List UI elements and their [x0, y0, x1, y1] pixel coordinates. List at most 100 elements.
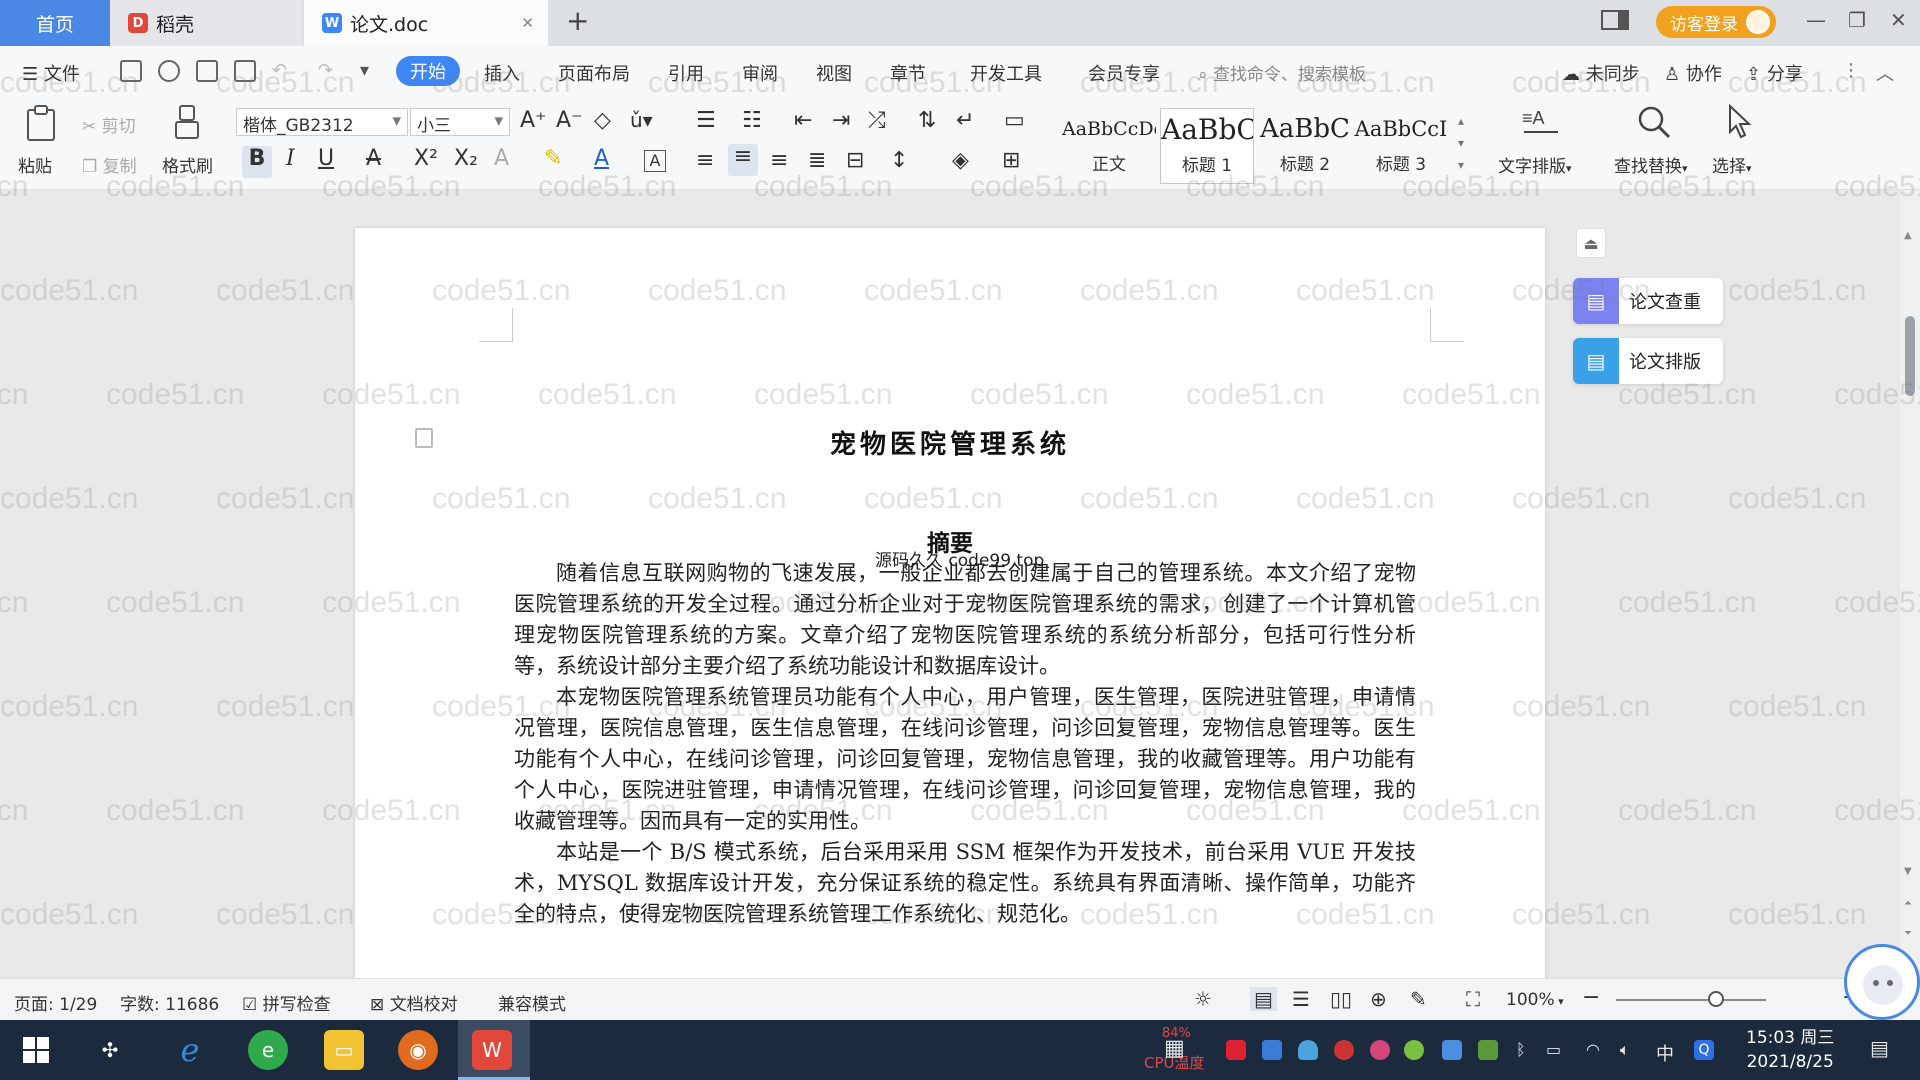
save-icon[interactable] [120, 60, 142, 82]
tab-daoke[interactable]: D 稻壳 [110, 0, 302, 46]
strikethrough-button[interactable]: A [366, 146, 381, 171]
outline-view-icon[interactable]: ☰ [1292, 987, 1310, 1011]
align-left-icon[interactable]: ≡ [696, 148, 714, 173]
visitor-login-button[interactable]: 访客登录 [1656, 6, 1776, 38]
monkey-app-icon[interactable]: ◉ [398, 1030, 438, 1070]
shading-icon[interactable]: ◈ [952, 148, 969, 173]
paste-button[interactable]: 粘贴 [18, 152, 52, 177]
tray-app-icon[interactable] [1404, 1040, 1424, 1060]
distribute-icon[interactable]: ⊟ [846, 148, 864, 173]
tray-app-icon[interactable] [1442, 1040, 1462, 1060]
tab-membership[interactable]: 会员专享 [1088, 60, 1160, 86]
text-layout-icon[interactable]: ≡A [1522, 104, 1558, 138]
tray-app-icon[interactable] [1226, 1040, 1246, 1060]
tab-developer[interactable]: 开发工具 [970, 60, 1042, 86]
show-marks-icon[interactable]: ↵ [956, 108, 974, 133]
sync-status[interactable]: ☁ 未同步 [1562, 60, 1640, 86]
assistant-robot-icon[interactable] [1844, 944, 1920, 1020]
pinwheel-app-icon[interactable]: ✣ [90, 1030, 130, 1070]
page-indicator[interactable]: 页面: 1/29 [14, 990, 97, 1015]
search-tray-icon[interactable]: Q [1694, 1040, 1714, 1060]
wps-taskbar-active[interactable]: W [458, 1020, 530, 1080]
undo-icon[interactable]: ↶ [272, 60, 287, 81]
cut-button[interactable]: ✂ 剪切 [82, 112, 136, 137]
word-count[interactable]: 字数: 11686 [120, 990, 219, 1015]
increase-indent-icon[interactable]: ⇥ [832, 108, 850, 133]
document-page[interactable]: 宠物医院管理系统 摘要 源码久久 code99.top 随着信息互联网购物的飞速… [355, 228, 1545, 978]
superscript-button[interactable]: X² [414, 146, 438, 171]
phonetic-guide-icon[interactable]: ǔ▾ [630, 108, 653, 132]
system-clock[interactable]: 15:03 周三 2021/8/25 [1746, 1026, 1834, 1074]
subscript-button[interactable]: X₂ [454, 146, 478, 171]
zoom-slider[interactable] [1616, 999, 1766, 1001]
tab-document[interactable]: W 论文.doc ✕ [304, 0, 548, 46]
tab-view[interactable]: 视图 [816, 60, 852, 86]
style-heading-1[interactable]: AaBbC 标题 1 [1160, 108, 1254, 184]
prev-page-icon[interactable]: ⏶ [1904, 898, 1912, 909]
file-explorer-icon[interactable]: ▭ [324, 1030, 364, 1070]
page-view-icon[interactable]: ▤ [1250, 987, 1277, 1011]
table-of-contents-icon[interactable]: ▭ [1004, 108, 1025, 133]
shrink-font-icon[interactable]: A⁻ [556, 108, 583, 133]
italic-button[interactable]: I [286, 146, 295, 171]
tab-page-layout[interactable]: 页面布局 [558, 60, 630, 86]
sort-icon[interactable]: ⇅ [918, 108, 936, 133]
copy-button[interactable]: ❐ 复制 [82, 152, 137, 177]
bullet-list-icon[interactable]: ☰ [696, 108, 716, 133]
panel-collapse-button[interactable]: ⏏ [1576, 228, 1606, 258]
style-gallery-scroll[interactable]: ▴ ▾ ▾ [1458, 110, 1464, 176]
next-page-icon[interactable]: ⏷ [1904, 928, 1912, 939]
notification-icon[interactable]: ▤ [1870, 1036, 1889, 1060]
font-color-button[interactable]: A [594, 146, 609, 171]
web-view-icon[interactable]: ⊕ [1370, 987, 1387, 1011]
style-heading-3[interactable]: AaBbCcI 标题 3 [1354, 108, 1448, 184]
eye-protect-icon[interactable]: ☼ [1194, 987, 1212, 1011]
bold-button[interactable]: B [242, 146, 272, 178]
document-title[interactable]: 宠物医院管理系统 [355, 424, 1545, 461]
windows-start-icon[interactable] [16, 1030, 56, 1070]
tab-chapter[interactable]: 章节 [890, 60, 926, 86]
paper-layout-button[interactable]: ▤ 论文排版 [1573, 338, 1723, 384]
window-layout-icon[interactable] [1600, 8, 1630, 37]
text-effect-button[interactable]: A [494, 146, 509, 171]
collapse-ribbon-icon[interactable]: ︿ [1876, 60, 1894, 86]
highlight-button[interactable]: ✎ [544, 146, 562, 171]
close-tab-icon[interactable]: ✕ [521, 14, 534, 32]
tab-insert[interactable]: 插入 [484, 60, 520, 86]
align-center-icon[interactable]: ≡ [728, 144, 758, 176]
line-spacing-icon[interactable]: ↕ [890, 148, 908, 173]
restore-icon[interactable]: ❐ [1848, 8, 1866, 32]
scrollbar-thumb[interactable] [1905, 316, 1915, 396]
numbered-list-icon[interactable]: ☷ [742, 108, 762, 133]
text-layout-button[interactable]: 文字排版▾ [1498, 152, 1572, 177]
char-border-button[interactable]: A [644, 150, 666, 172]
cloud-save-icon[interactable] [158, 60, 180, 82]
abstract-body[interactable]: 随着信息互联网购物的飞速发展，一般企业都去创建属于自己的管理系统。本文介绍了宠物… [514, 558, 1416, 930]
print-icon[interactable] [196, 60, 218, 82]
document-canvas[interactable]: 宠物医院管理系统 摘要 源码久久 code99.top 随着信息互联网购物的飞速… [0, 190, 1900, 978]
360-browser-icon[interactable]: e [248, 1030, 288, 1070]
font-size-select[interactable]: 小三 ▾ [410, 108, 510, 136]
style-heading-2[interactable]: AaBbC 标题 2 [1258, 108, 1352, 184]
select-button[interactable]: 选择▾ [1712, 152, 1752, 177]
print-preview-icon[interactable] [234, 60, 256, 82]
minimize-icon[interactable]: — [1806, 8, 1826, 32]
format-painter-icon[interactable] [172, 104, 206, 139]
tab-home[interactable]: 首页 [0, 0, 110, 46]
new-tab-button[interactable]: + [566, 4, 589, 37]
scroll-down-icon[interactable]: ▼ [1904, 866, 1912, 877]
style-normal[interactable]: AaBbCcDd 正文 [1062, 108, 1156, 184]
vertical-scrollbar[interactable]: ▲ ▼ ⏶ ⏷ [1900, 190, 1920, 978]
scroll-up-icon[interactable]: ▲ [1904, 230, 1912, 241]
format-painter-button[interactable]: 格式刷 [162, 152, 213, 177]
doc-proof-button[interactable]: ⊠ 文档校对 [370, 990, 458, 1015]
justify-icon[interactable]: ≣ [808, 148, 826, 173]
zoom-out-icon[interactable]: − [1582, 985, 1600, 1010]
volume-icon[interactable]: 🔈︎ [1620, 1040, 1630, 1060]
tab-review[interactable]: 审阅 [742, 60, 778, 86]
battery-icon[interactable]: ▭ [1546, 1040, 1561, 1059]
zoom-level[interactable]: 100% ▾ [1506, 990, 1564, 1010]
fit-page-icon[interactable]: ⛶ [1466, 987, 1480, 1011]
abstract-paragraph[interactable]: 本宠物医院管理系统管理员功能有个人中心，用户管理，医生管理，医院进驻管理，申请情… [514, 682, 1416, 837]
grow-font-icon[interactable]: A⁺ [520, 108, 547, 133]
